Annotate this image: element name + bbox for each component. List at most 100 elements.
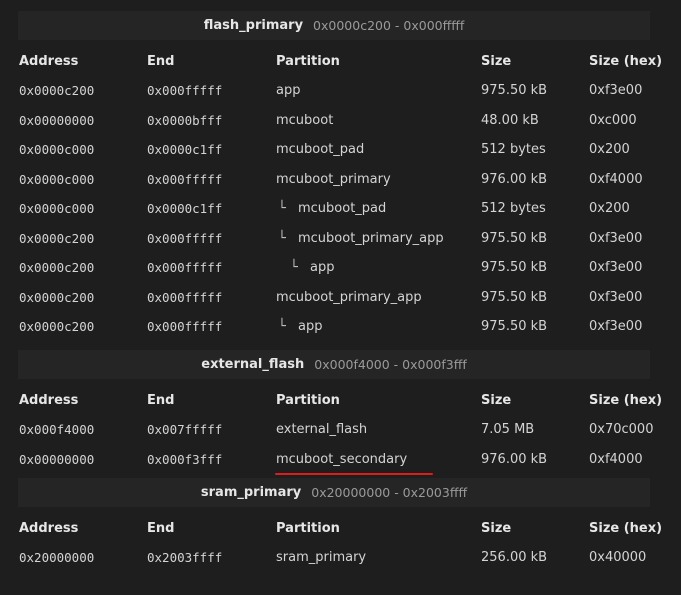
table-row: 0x0000c000 0x000fffff mcuboot_primary 97… [18, 165, 650, 195]
section-header: sram_primary 0x20000000 - 0x2003ffff [18, 478, 650, 507]
col-partition-header: Partition [276, 392, 340, 408]
col-size-header: Size [481, 520, 512, 536]
size-hex-cell: 0xf3e00 [589, 260, 643, 276]
col-size-hex-header: Size (hex) [589, 53, 663, 69]
partition-table: Address End Partition Size Size (hex) 0x… [18, 46, 663, 342]
end-cell: 0x000fffff [147, 230, 223, 246]
col-end-header: End [147, 520, 175, 536]
size-hex-cell: 0xf4000 [589, 171, 643, 187]
section-name: sram_primary [200, 485, 302, 500]
partition-cell: app [275, 76, 480, 106]
table-row: 0x00000000 0x0000bfff mcuboot 48.00 kB 0… [18, 106, 650, 136]
table-row: 0x0000c200 0x000fffff └ app 975.50 kB 0xf… [18, 253, 650, 283]
partition-cell: mcuboot_primary [275, 165, 480, 195]
section-header: flash_primary 0x0000c200 - 0x000fffff [18, 11, 650, 40]
address-cell: 0x20000000 [19, 550, 95, 566]
size-hex-cell: 0xf3e00 [589, 230, 643, 246]
address-cell: 0x0000c200 [19, 260, 95, 276]
end-cell: 0x0000c1ff [147, 201, 223, 217]
tree-branch-icon: └ [278, 201, 286, 217]
table-row: 0x0000c200 0x000fffff mcuboot_primary_ap… [18, 283, 650, 313]
end-cell: 0x2003ffff [147, 550, 223, 566]
col-address-header: Address [19, 520, 79, 536]
end-cell: 0x000fffff [147, 319, 223, 335]
table-row: 0x20000000 0x2003ffff sram_primary 256.0… [18, 543, 650, 573]
partition-cell: mcuboot_primary_app [275, 283, 480, 313]
size-cell: 512 bytes [481, 201, 546, 217]
size-hex-cell: 0x70c000 [589, 422, 654, 438]
size-cell: 976.00 kB [481, 171, 548, 187]
end-cell: 0x0000bfff [147, 112, 223, 128]
size-hex-cell: 0x40000 [589, 550, 647, 566]
size-cell: 975.50 kB [481, 319, 548, 335]
table-row: 0x000f4000 0x007fffff external_flash 7.0… [18, 415, 654, 445]
size-cell: 7.05 MB [481, 422, 535, 438]
section-flash-primary: flash_primary 0x0000c200 - 0x000fffff Ad… [18, 11, 663, 342]
end-cell: 0x000fffff [147, 289, 223, 305]
partition-name: mcuboot [276, 112, 334, 128]
partition-name: mcuboot_pad [298, 201, 387, 217]
table-row: 0x0000c200 0x000fffff └ mcuboot_primary_a… [18, 224, 650, 254]
col-partition-header: Partition [276, 520, 340, 536]
address-cell: 0x000f4000 [19, 422, 95, 438]
address-cell: 0x0000c200 [19, 83, 95, 99]
section-external-flash: external_flash 0x000f4000 - 0x000f3fff A… [18, 350, 663, 475]
col-size-hex-header: Size (hex) [589, 392, 663, 408]
partition-cell: └ mcuboot_pad [275, 194, 480, 224]
size-cell: 975.50 kB [481, 289, 548, 305]
col-end-header: End [147, 392, 175, 408]
partition-cell: └ app [275, 312, 480, 342]
col-address-header: Address [19, 392, 79, 408]
partition-name: mcuboot_pad [276, 142, 365, 158]
size-hex-cell: 0xc000 [589, 112, 637, 128]
section-sram-primary: sram_primary 0x20000000 - 0x2003ffff Add… [18, 478, 663, 573]
partition-cell: mcuboot_pad [275, 135, 480, 165]
red-underline-annotation [275, 473, 433, 475]
address-cell: 0x0000c000 [19, 142, 95, 158]
end-cell: 0x0000c1ff [147, 142, 223, 158]
partition-name: mcuboot_secondary [276, 451, 408, 467]
end-cell: 0x000fffff [147, 260, 223, 276]
table-row: 0x0000c000 0x0000c1ff └ mcuboot_pad 512 b… [18, 194, 650, 224]
col-size-hex-header: Size (hex) [589, 520, 663, 536]
size-cell: 256.00 kB [481, 550, 548, 566]
size-cell: 976.00 kB [481, 451, 548, 467]
size-cell: 48.00 kB [481, 112, 539, 128]
col-end-header: End [147, 53, 175, 69]
partition-name: external_flash [276, 422, 368, 438]
col-partition-header: Partition [276, 53, 340, 69]
section-range: 0x000f4000 - 0x000f3fff [314, 357, 467, 372]
table-header-row: Address End Partition Size Size (hex) [18, 46, 663, 76]
table-row: 0x0000c200 0x000fffff └ app 975.50 kB 0xf… [18, 312, 650, 342]
tree-branch-icon: └ [278, 230, 286, 246]
partition-name: app [298, 319, 323, 335]
address-cell: 0x0000c200 [19, 230, 95, 246]
table-header-row: Address End Partition Size Size (hex) [18, 513, 663, 543]
size-hex-cell: 0x200 [589, 201, 630, 217]
size-cell: 512 bytes [481, 142, 546, 158]
end-cell: 0x007fffff [147, 422, 223, 438]
partition-name: mcuboot_primary_app [298, 230, 444, 246]
partition-name: app [276, 83, 301, 99]
section-range: 0x0000c200 - 0x000fffff [313, 18, 465, 33]
partition-name: app [310, 260, 335, 276]
section-header: external_flash 0x000f4000 - 0x000f3fff [18, 350, 650, 379]
table-header-row: Address End Partition Size Size (hex) [18, 385, 663, 415]
partition-name: mcuboot_primary [276, 171, 391, 187]
partition-name: sram_primary [276, 550, 367, 566]
end-cell: 0x000fffff [147, 171, 223, 187]
size-hex-cell: 0xf4000 [589, 451, 643, 467]
address-cell: 0x0000c000 [19, 201, 95, 217]
col-size-header: Size [481, 53, 512, 69]
table-row: 0x0000c200 0x000fffff app 975.50 kB 0xf3… [18, 76, 650, 106]
section-range: 0x20000000 - 0x2003ffff [311, 485, 468, 500]
table-row: 0x00000000 0x000f3fff mcuboot_secondary … [18, 445, 650, 475]
tree-branch-icon: └ [278, 319, 286, 335]
col-address-header: Address [19, 53, 79, 69]
partition-cell: external_flash [275, 415, 480, 445]
address-cell: 0x00000000 [19, 451, 95, 467]
tree-branch-icon: └ [290, 260, 298, 276]
partition-table: Address End Partition Size Size (hex) 0x… [18, 385, 663, 475]
table-row: 0x0000c000 0x0000c1ff mcuboot_pad 512 by… [18, 135, 650, 165]
size-cell: 975.50 kB [481, 230, 548, 246]
